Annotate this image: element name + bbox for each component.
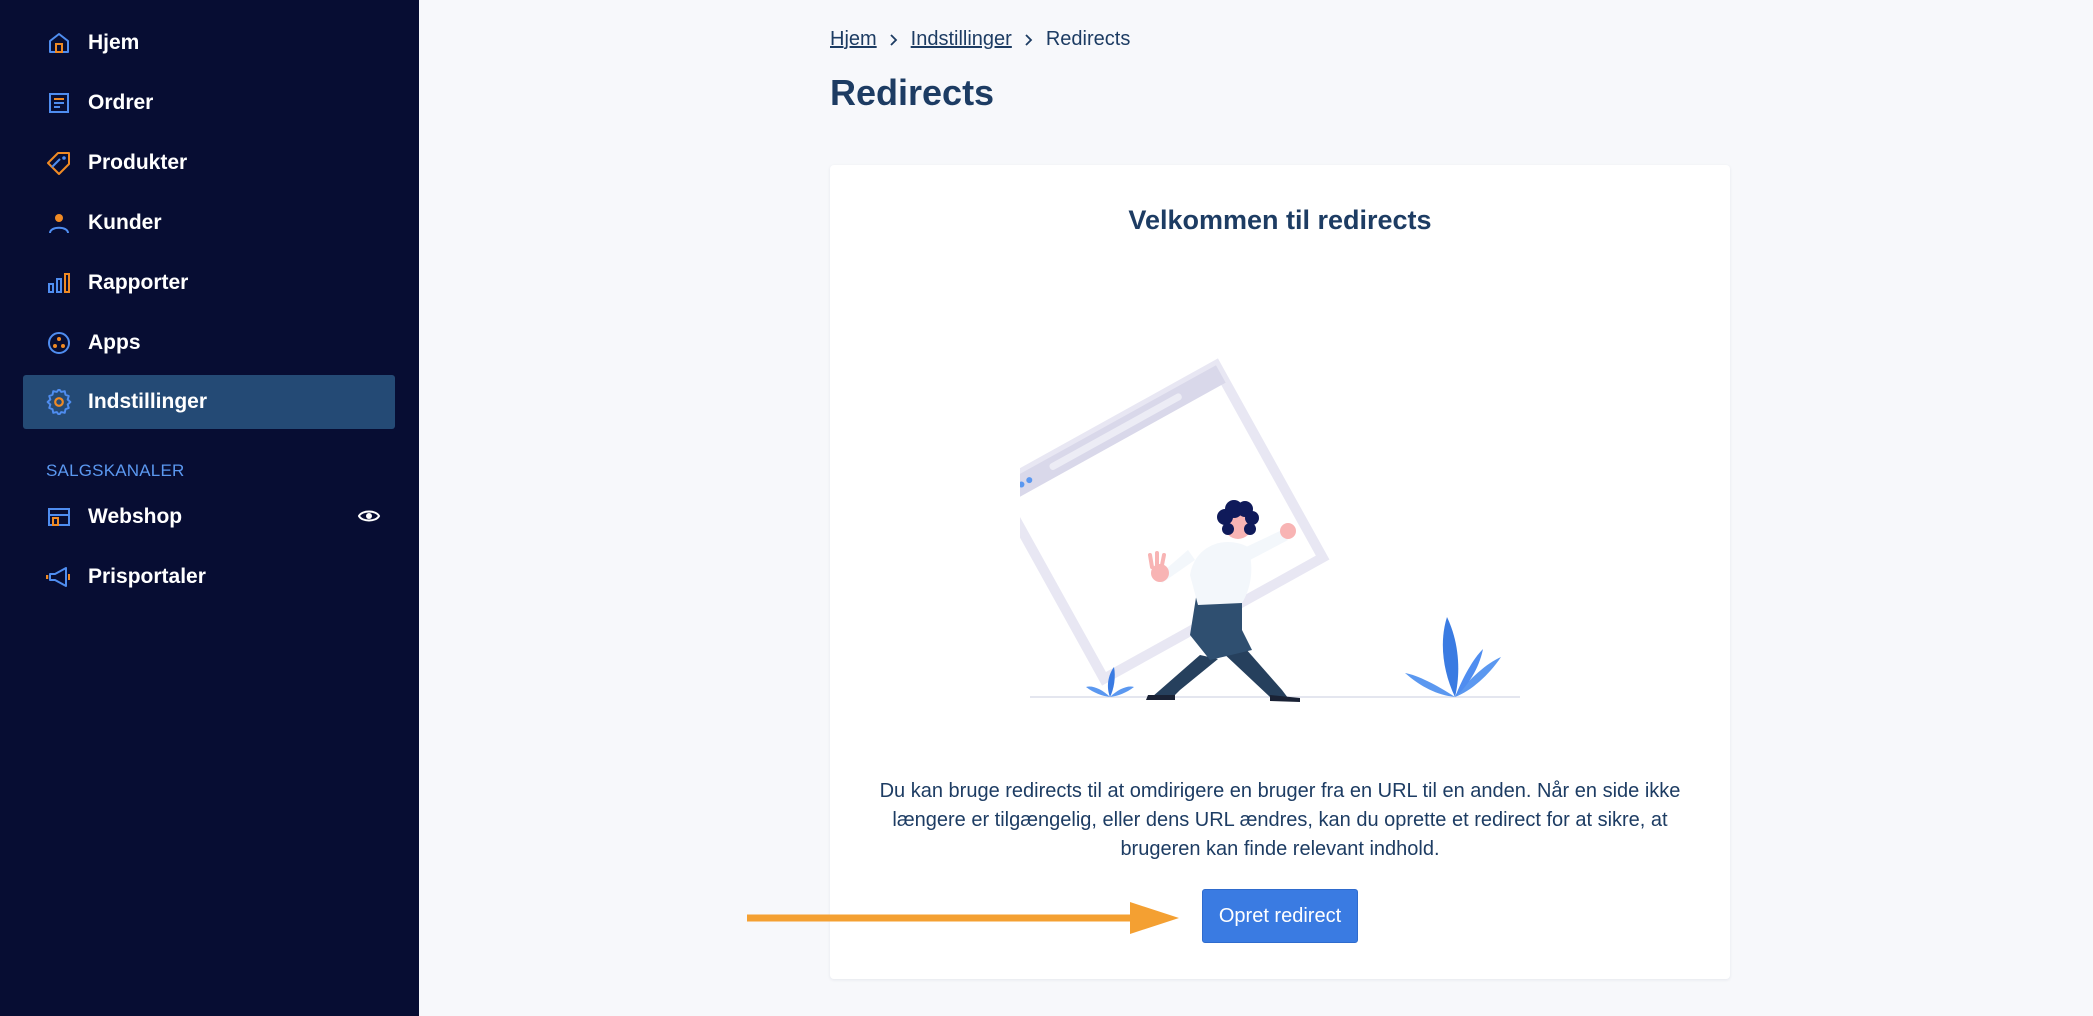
sidebar-item-label: Webshop [88, 505, 183, 528]
breadcrumb-link-hjem[interactable]: Hjem [830, 28, 877, 51]
sidebar-item-label: Kunder [88, 211, 162, 234]
sidebar-item-label: Rapporter [88, 271, 189, 294]
orders-icon [45, 89, 73, 117]
sidebar-item-rapporter[interactable]: Rapporter [23, 256, 395, 310]
sidebar-item-webshop[interactable]: Webshop [23, 490, 395, 544]
create-redirect-button[interactable]: Opret redirect [1202, 889, 1358, 943]
eye-icon[interactable] [357, 504, 381, 533]
gear-icon [45, 388, 73, 416]
megaphone-icon [45, 563, 73, 591]
breadcrumb-link-indstillinger[interactable]: Indstillinger [911, 28, 1012, 51]
sidebar-item-label: Apps [88, 331, 141, 354]
sidebar-item-kunder[interactable]: Kunder [23, 196, 395, 250]
sidebar-item-label: Hjem [88, 31, 140, 54]
breadcrumb-current: Redirects [1045, 28, 1131, 50]
home-icon [45, 29, 73, 57]
sidebar-item-label: Produkter [88, 151, 188, 174]
breadcrumb: Hjem Indstillinger Redirects [830, 28, 1130, 51]
sidebar-item-produkter[interactable]: Produkter [23, 136, 395, 190]
chevron-right-icon [889, 33, 899, 47]
arrow-right-icon [747, 902, 1179, 934]
sidebar-item-indstillinger[interactable]: Indstillinger [23, 375, 395, 429]
user-icon [45, 209, 73, 237]
sidebar-item-label: Indstillinger [88, 390, 208, 413]
sidebar-item-label: Ordrer [88, 91, 154, 114]
store-icon [45, 503, 73, 531]
card-description: Du kan bruge redirects til at omdirigere… [879, 780, 1681, 860]
chevron-right-icon [1024, 33, 1034, 47]
sidebar: Hjem Ordrer Produkter Kunder Rapporter A… [0, 0, 419, 1016]
section-label-salgskanaler: SALGSKANALER [46, 461, 185, 480]
sidebar-item-apps[interactable]: Apps [23, 316, 395, 370]
tag-icon [45, 149, 73, 177]
sidebar-item-prisportaler[interactable]: Prisportaler [23, 550, 395, 604]
bar-chart-icon [45, 269, 73, 297]
empty-state-card: Velkommen til redirects Du kan bruge red… [830, 165, 1730, 979]
page-title: Redirects [830, 72, 995, 113]
card-title: Velkommen til redirects [1128, 205, 1432, 235]
sidebar-item-hjem[interactable]: Hjem [23, 16, 395, 70]
apps-icon [45, 329, 73, 357]
sidebar-item-label: Prisportaler [88, 565, 206, 588]
sidebar-item-ordrer[interactable]: Ordrer [23, 76, 395, 130]
